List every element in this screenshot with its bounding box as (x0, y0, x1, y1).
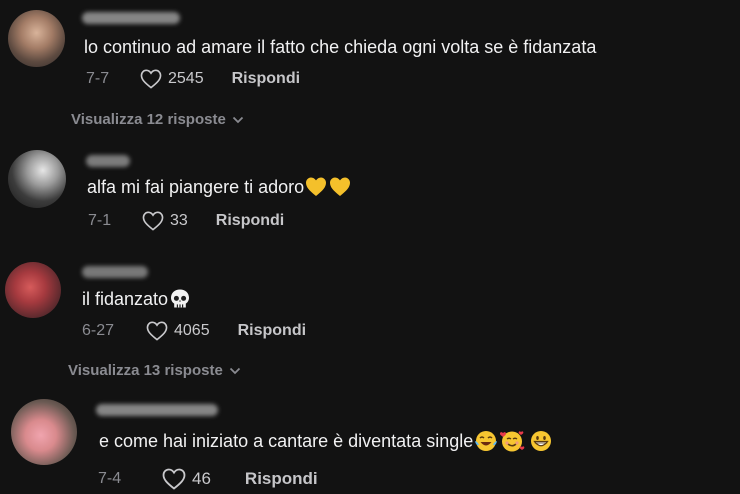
comment-text-content: il fidanzato (82, 288, 169, 309)
avatar[interactable] (5, 262, 61, 318)
comments-panel: lo continuo ad amare il fatto che chieda… (0, 0, 740, 494)
username-blurred[interactable] (82, 12, 180, 24)
avatar[interactable] (8, 10, 65, 67)
like-button[interactable]: 4065 (146, 321, 210, 341)
tears-of-joy-icon (475, 431, 498, 451)
comment-text-content: lo continuo ad amare il fatto che chieda… (84, 37, 597, 57)
comment-date: 6-27 (82, 322, 115, 339)
avatar[interactable] (11, 399, 77, 465)
view-replies-button[interactable]: Visualizza 12 risposte (71, 111, 244, 128)
like-button[interactable]: 33 (142, 211, 188, 231)
username-blurred[interactable] (82, 266, 148, 278)
view-replies-button[interactable]: Visualizza 13 risposte (68, 362, 241, 379)
comment-text-content: e come hai iniziato a cantare è diventat… (99, 430, 474, 451)
comment-date: 7-7 (86, 70, 110, 87)
like-button[interactable]: 46 (162, 468, 211, 490)
heart-outline-icon (142, 211, 164, 231)
reply-button[interactable]: Rispondi (216, 212, 284, 230)
grinning-face-icon (531, 431, 552, 451)
comment-text: il fidanzato (82, 288, 191, 310)
comment-text: lo continuo ad amare il fatto che chieda… (84, 37, 596, 58)
heart-outline-icon (162, 468, 186, 490)
comment-meta: 7-1 33 Rispondi (88, 211, 284, 231)
like-count: 4065 (174, 322, 210, 339)
heart-outline-icon (146, 321, 168, 341)
yellow-heart-icon (306, 177, 351, 196)
comment-date: 7-1 (88, 212, 112, 229)
comment-meta: 6-27 4065 Rispondi (82, 321, 306, 341)
chevron-down-icon (232, 116, 243, 123)
like-count: 2545 (168, 70, 204, 87)
heart-outline-icon (140, 69, 162, 89)
comment-meta: 7-4 46 Rispondi (98, 468, 318, 490)
avatar[interactable] (8, 150, 66, 208)
username-blurred[interactable] (96, 404, 218, 416)
comment-text: alfa mi fai piangere ti adoro (87, 176, 351, 198)
skull-icon (171, 289, 190, 308)
comment-text: e come hai iniziato a cantare è diventat… (99, 429, 554, 453)
smiling-face-with-hearts-icon (500, 431, 525, 452)
reply-button[interactable]: Rispondi (245, 469, 318, 489)
comment-meta: 7-7 2545 Rispondi (86, 69, 300, 89)
view-replies-label: Visualizza 13 risposte (68, 362, 223, 379)
reply-button[interactable]: Rispondi (238, 322, 306, 340)
like-button[interactable]: 2545 (140, 69, 204, 89)
like-count: 33 (170, 212, 188, 229)
reply-button[interactable]: Rispondi (232, 70, 300, 88)
like-count: 46 (192, 469, 211, 488)
username-blurred[interactable] (86, 155, 130, 167)
chevron-down-icon (229, 367, 240, 374)
comment-text-content: alfa mi fai piangere ti adoro (87, 176, 305, 197)
comment-date: 7-4 (98, 470, 122, 487)
view-replies-label: Visualizza 12 risposte (71, 111, 226, 128)
